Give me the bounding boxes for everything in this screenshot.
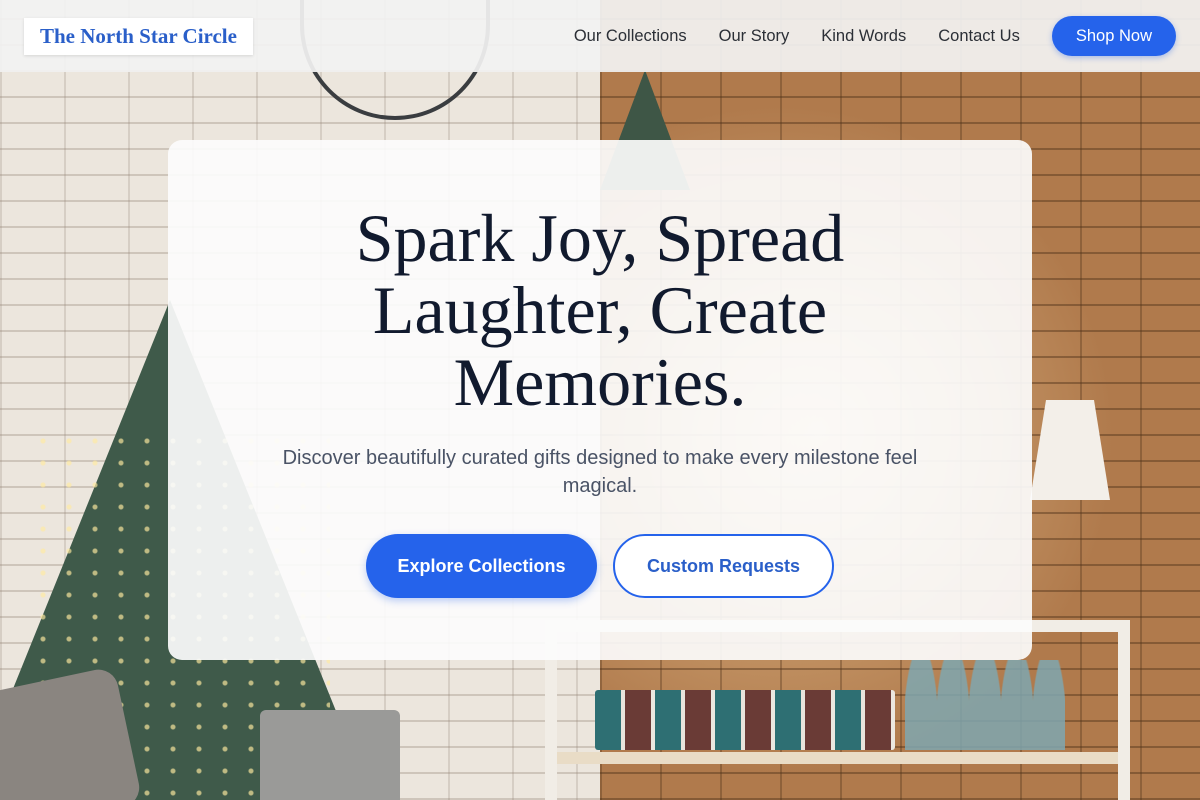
nav-our-story[interactable]: Our Story — [719, 27, 790, 46]
bottle-brush-trees — [905, 660, 1065, 750]
hero-card: Spark Joy, Spread Laughter, Create Memor… — [168, 140, 1032, 660]
table-shelf — [557, 752, 1118, 764]
site-logo[interactable]: The North Star Circle — [24, 17, 253, 55]
explore-collections-button[interactable]: Explore Collections — [366, 534, 597, 598]
nav-contact-us[interactable]: Contact Us — [938, 27, 1020, 46]
shop-now-button[interactable]: Shop Now — [1051, 16, 1176, 56]
custom-requests-button[interactable]: Custom Requests — [613, 534, 834, 598]
hero-title: Spark Joy, Spread Laughter, Create Memor… — [355, 200, 845, 420]
gift-tins — [595, 690, 895, 750]
nav-kind-words[interactable]: Kind Words — [821, 27, 906, 46]
site-header: The North Star Circle Our Collections Ou… — [0, 0, 1200, 72]
hero-cta-row: Explore Collections Custom Requests — [366, 534, 834, 598]
main-nav: Our Collections Our Story Kind Words Con… — [542, 16, 1176, 56]
hero-subtitle: Discover beautifully curated gifts desig… — [282, 447, 918, 497]
nav-our-collections[interactable]: Our Collections — [574, 27, 687, 46]
tree-planter — [260, 710, 400, 800]
